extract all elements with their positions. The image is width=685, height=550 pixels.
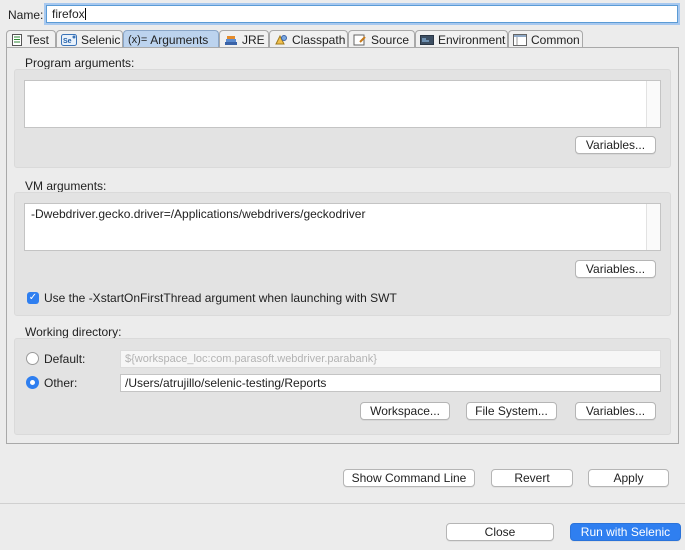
tab-classpath[interactable]: Classpath — [269, 30, 348, 48]
workspace-button[interactable]: Workspace... — [360, 402, 450, 420]
arguments-icon: (x)= — [128, 33, 148, 46]
text-caret — [84, 8, 86, 20]
default-label: Default: — [44, 352, 86, 366]
tab-environment-label: Environment — [438, 32, 506, 47]
show-command-line-button[interactable]: Show Command Line — [343, 469, 475, 487]
run-with-selenic-button[interactable]: Run with Selenic — [570, 523, 681, 541]
selenic-icon: Se — [61, 33, 77, 46]
name-label: Name: — [8, 8, 44, 22]
name-input-value: firefox — [52, 7, 85, 21]
jre-icon — [224, 34, 238, 46]
test-icon — [11, 33, 23, 46]
other-radio[interactable] — [26, 376, 39, 389]
name-input[interactable]: firefox — [46, 5, 678, 23]
xstart-label: Use the -XstartOnFirstThread argument wh… — [44, 291, 397, 305]
vm-arguments-scrollbar[interactable] — [646, 204, 660, 250]
tab-selenic[interactable]: Se Selenic — [56, 30, 123, 48]
working-variables-button[interactable]: Variables... — [575, 402, 656, 420]
checkmark-icon: ✓ — [28, 292, 38, 303]
tab-common-label: Common — [531, 32, 580, 47]
vm-arguments-value: -Dwebdriver.gecko.driver=/Applications/w… — [31, 207, 366, 221]
file-system-button[interactable]: File System... — [466, 402, 557, 420]
default-directory-field: ${workspace_loc:com.parasoft.webdriver.p… — [120, 350, 661, 368]
apply-button[interactable]: Apply — [588, 469, 669, 487]
working-directory-label: Working directory: — [25, 325, 122, 339]
vm-arguments-label: VM arguments: — [25, 179, 107, 193]
tab-test-label: Test — [27, 32, 50, 47]
vm-variables-button[interactable]: Variables... — [575, 260, 656, 278]
tab-source[interactable]: Source — [348, 30, 415, 48]
source-icon — [353, 34, 367, 46]
tab-test[interactable]: Test — [6, 30, 56, 48]
tab-classpath-label: Classpath — [292, 32, 346, 47]
program-arguments-scrollbar[interactable] — [646, 81, 660, 127]
program-arguments-textarea[interactable] — [24, 80, 661, 128]
vm-arguments-textarea[interactable]: -Dwebdriver.gecko.driver=/Applications/w… — [24, 203, 661, 251]
tab-environment[interactable]: Environment — [415, 30, 508, 48]
default-radio[interactable] — [26, 352, 39, 365]
tab-arguments-label: Arguments — [150, 32, 209, 47]
tab-jre[interactable]: JRE — [219, 30, 269, 48]
program-arguments-label: Program arguments: — [25, 56, 135, 70]
close-button[interactable]: Close — [446, 523, 554, 541]
tab-source-label: Source — [371, 32, 410, 47]
revert-button[interactable]: Revert — [491, 469, 573, 487]
xstart-checkbox[interactable]: ✓ — [27, 292, 39, 304]
tab-jre-label: JRE — [242, 32, 265, 47]
program-variables-button[interactable]: Variables... — [575, 136, 656, 154]
tab-arguments[interactable]: (x)= Arguments — [123, 30, 219, 48]
common-icon — [513, 33, 527, 46]
classpath-icon — [274, 34, 288, 46]
environment-icon — [420, 34, 434, 46]
tab-selenic-label: Selenic — [81, 32, 121, 47]
svg-text:Se: Se — [63, 38, 72, 45]
other-label: Other: — [44, 376, 78, 390]
footer-divider — [0, 503, 685, 504]
other-directory-field[interactable]: /Users/atrujillo/selenic-testing/Reports — [120, 374, 661, 392]
tab-common[interactable]: Common — [508, 30, 583, 48]
